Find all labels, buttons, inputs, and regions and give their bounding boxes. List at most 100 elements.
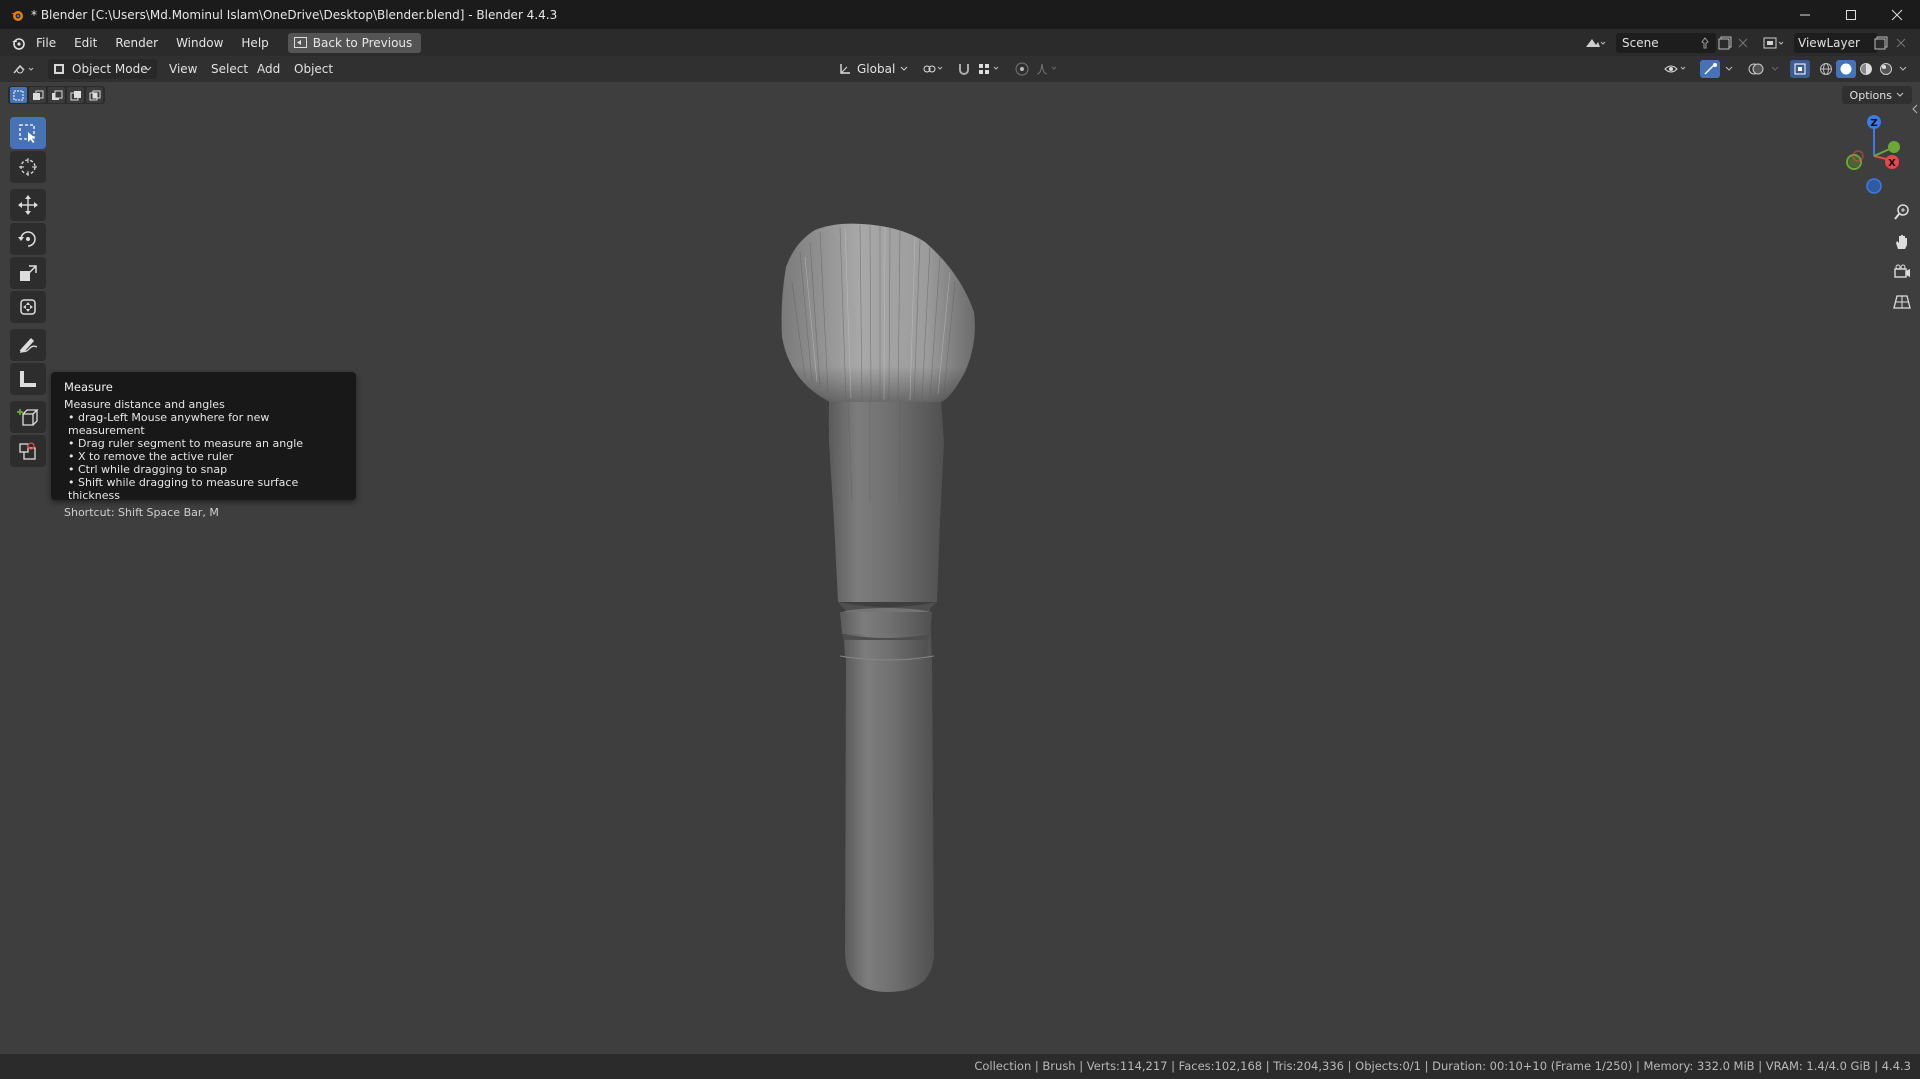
minimize-button[interactable] (1782, 0, 1828, 29)
solid-shading-icon[interactable] (1836, 60, 1856, 78)
select-invert-icon[interactable] (67, 87, 84, 103)
options-label: Options (1849, 88, 1892, 102)
object-mode-label: Object Mode (72, 62, 148, 76)
viewport-menu-object[interactable]: Object (294, 60, 333, 78)
pan-hand-icon[interactable] (1888, 228, 1916, 256)
measure-tool[interactable] (10, 363, 46, 395)
scale-tool[interactable] (10, 257, 46, 289)
xray-toggle-icon[interactable] (1790, 60, 1810, 78)
scene-name-field[interactable]: Scene (1616, 33, 1716, 53)
cursor-icon (19, 158, 37, 176)
view-layer-field[interactable]: ViewLayer (1794, 33, 1878, 53)
gizmo-dropdown-icon[interactable] (1722, 60, 1736, 78)
perspective-grid-icon[interactable] (1888, 288, 1916, 316)
menu-render[interactable]: Render (106, 32, 167, 54)
window-title: * Blender [C:\Users\Md.Mominul Islam\One… (31, 7, 558, 22)
camera-view-icon[interactable] (1888, 258, 1916, 286)
chevron-down-icon (1896, 92, 1904, 97)
scene-name: Scene (1622, 36, 1659, 50)
maximize-button[interactable] (1828, 0, 1874, 29)
gizmo-neg-z[interactable] (1866, 178, 1882, 194)
3d-viewport[interactable]: Z X (0, 82, 1920, 1054)
tooltip-shortcut: Shortcut: Shift Space Bar, M (64, 506, 219, 519)
menu-edit[interactable]: Edit (65, 32, 106, 54)
overlays-dropdown-icon[interactable] (1768, 60, 1782, 78)
selection-mode-group (8, 86, 105, 104)
back-icon (293, 37, 307, 48)
menu-file[interactable]: File (27, 32, 65, 54)
object-mode-icon (54, 64, 64, 74)
scale-icon (20, 265, 37, 281)
measure-tooltip: Measure Measure distance and angles • dr… (51, 372, 356, 519)
editor-type-icon[interactable] (10, 60, 40, 78)
add-objects-tool[interactable] (10, 435, 46, 467)
object-visibility-icon[interactable] (1663, 60, 1691, 78)
pin-icon[interactable] (1700, 37, 1710, 49)
snap-toggle-icon[interactable] (955, 60, 973, 78)
wireframe-shading-icon[interactable] (1816, 60, 1836, 78)
pivot-point-icon[interactable] (920, 60, 948, 78)
move-tool[interactable] (10, 189, 46, 221)
blender-logo-icon (9, 7, 25, 23)
menu-help[interactable]: Help (232, 32, 277, 54)
add-cube-tool[interactable] (10, 401, 46, 433)
select-intersect-icon[interactable] (86, 87, 103, 103)
back-to-previous-label: Back to Previous (312, 35, 413, 50)
tooltip-bullet: • X to remove the active ruler (68, 450, 234, 463)
scene-statistics: Collection | Brush | Verts:114,217 | Fac… (974, 1059, 1911, 1073)
gizmo-x-label: X (1888, 158, 1896, 169)
rotate-tool[interactable] (10, 223, 46, 255)
cursor-tool[interactable] (10, 151, 46, 183)
options-dropdown[interactable]: Options (1841, 86, 1912, 104)
viewport-menu-select[interactable]: Select (211, 60, 248, 78)
delete-view-layer-icon[interactable] (1896, 33, 1910, 53)
tooltip-bullet: • Shift while dragging to measure surfac… (68, 476, 299, 502)
new-view-layer-icon[interactable] (1874, 33, 1892, 53)
proportional-editing-icon[interactable] (1012, 60, 1032, 78)
select-box-tool[interactable] (10, 117, 46, 149)
show-gizmo-icon[interactable] (1700, 60, 1720, 78)
tooltip-description: Measure distance and angles (64, 398, 225, 411)
tooltip-title: Measure (64, 380, 113, 394)
annotate-pencil-icon (19, 338, 38, 353)
viewport-menu-add[interactable]: Add (257, 60, 280, 78)
measure-ruler-icon (20, 371, 36, 387)
close-button[interactable] (1874, 0, 1920, 29)
tooltip-bullet: • Drag ruler segment to measure an angle (68, 437, 304, 450)
falloff-icon[interactable] (1034, 60, 1062, 78)
select-subtract-icon[interactable] (48, 87, 65, 103)
gizmo-y-axis[interactable] (1888, 141, 1900, 153)
viewport-menu-view[interactable]: View (169, 60, 197, 78)
select-extend-icon[interactable] (29, 87, 46, 103)
view-layer-name: ViewLayer (1798, 36, 1860, 50)
select-box-icon (19, 124, 35, 143)
title-bar: * Blender [C:\Users\Md.Mominul Islam\One… (0, 0, 1920, 29)
back-to-previous-button[interactable]: Back to Previous (287, 32, 422, 53)
annotate-tool[interactable] (10, 329, 46, 361)
chevron-down-icon (144, 66, 152, 71)
new-scene-icon[interactable] (1718, 33, 1736, 53)
rendered-shading-icon[interactable] (1876, 60, 1896, 78)
shading-dropdown-icon[interactable] (1896, 60, 1910, 78)
transform-orientation-dropdown[interactable]: Global (838, 60, 914, 78)
material-preview-icon[interactable] (1856, 60, 1876, 78)
move-icon (18, 195, 38, 215)
navigation-gizmo[interactable]: Z X (1828, 110, 1908, 200)
menu-window[interactable]: Window (167, 32, 232, 54)
zoom-icon[interactable] (1888, 198, 1916, 226)
scene-browse-icon[interactable] (1584, 33, 1616, 53)
blender-menu-icon[interactable] (9, 34, 27, 52)
tooltip-bullet: • drag-Left Mouse anywhere for new measu… (68, 411, 270, 437)
transform-icon (20, 299, 36, 315)
select-new-icon[interactable] (10, 87, 27, 103)
delete-scene-icon[interactable] (1738, 33, 1752, 53)
object-mode-dropdown[interactable]: Object Mode (48, 59, 157, 79)
view-layer-browse-icon[interactable] (1762, 33, 1794, 53)
add-cube-icon (17, 409, 39, 426)
sidebar-toggle-icon[interactable] (1910, 102, 1920, 116)
snap-target-icon[interactable] (976, 60, 1006, 78)
tooltip-bullet: • Ctrl while dragging to snap (68, 463, 228, 476)
show-overlays-icon[interactable] (1746, 60, 1766, 78)
chevron-down-icon (900, 66, 908, 71)
transform-tool[interactable] (10, 291, 46, 323)
